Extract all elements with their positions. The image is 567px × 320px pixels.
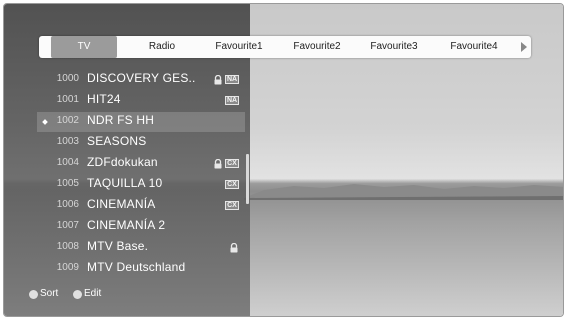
channel-name: ZDFdokukan [87,155,158,169]
channel-row[interactable]: 1008 MTV Base. [37,238,245,258]
channel-row[interactable]: 1000 DISCOVERY GES.. NA [37,70,245,90]
lock-icon [214,159,222,169]
channel-number: 1000 [56,73,79,84]
channel-name: CINEMANÍA 2 [87,218,166,232]
channel-list-scrollbar[interactable] [246,154,249,204]
lock-icon [214,75,222,85]
channel-number: 1005 [56,178,79,189]
scramble-badge-label: CX [227,160,237,167]
scramble-badge-icon: NA [225,75,239,84]
screen-frame: 1000 DISCOVERY GES.. NA 1001 HIT24 NA 1002 NDR … [3,3,564,317]
scramble-badge-icon: CX [225,201,239,210]
tab-favourite2[interactable]: Favourite2 [282,36,352,58]
channel-row[interactable]: 1007 CINEMANÍA 2 [37,217,245,237]
channel-number: 1007 [56,220,79,231]
channel-number: 1004 [56,157,79,168]
channel-number: 1009 [56,262,79,273]
channel-row[interactable]: 1009 MTV Deutschland [37,259,245,279]
tab-tv[interactable]: TV [51,36,117,58]
channel-name: NDR FS HH [87,113,155,127]
channel-name: MTV Base. [87,239,149,253]
sort-label: Sort [40,288,59,299]
channel-row[interactable]: 1001 HIT24 NA [37,91,245,111]
channel-name: CINEMANÍA [87,197,156,211]
lock-icon [230,243,238,253]
scramble-badge-icon: CX [225,180,239,189]
channel-row[interactable]: 1005 TAQUILLA 10 CX [37,175,245,195]
channel-name: HIT24 [87,92,121,106]
channel-number: 1008 [56,241,79,252]
tab-favourite3[interactable]: Favourite3 [359,36,429,58]
channel-name: MTV Deutschland [87,260,186,274]
scramble-badge-label: CX [227,181,237,188]
list-type-tabbar: TV Radio Favourite1 Favourite2 Favourite3 Fav… [39,36,531,58]
channel-number: 1002 [56,115,79,126]
channel-name: TAQUILLA 10 [87,176,163,190]
scramble-badge-label: NA [226,76,238,83]
scramble-badge-icon: NA [225,96,239,105]
arrow-right-icon[interactable] [521,42,527,52]
channel-number: 1006 [56,199,79,210]
channel-row[interactable]: 1003 SEASONS [37,133,245,153]
tab-favourite4[interactable]: Favourite4 [439,36,509,58]
tab-radio[interactable]: Radio [127,36,197,58]
scramble-badge-icon: CX [225,159,239,168]
sort-color-key-icon [29,290,38,299]
channel-number: 1003 [56,136,79,147]
channel-name: DISCOVERY GES.. [87,71,196,85]
edit-color-key-icon [73,290,82,299]
scramble-badge-label: CX [227,202,237,209]
channel-row[interactable]: 1002 NDR FS HH [37,112,245,132]
channel-row[interactable]: 1006 CINEMANÍA CX [37,196,245,216]
edit-label: Edit [84,288,102,299]
channel-name: SEASONS [87,134,147,148]
channel-row[interactable]: 1004 ZDFdokukan CX [37,154,245,174]
scramble-badge-label: NA [226,97,238,104]
tab-favourite1[interactable]: Favourite1 [204,36,274,58]
channel-number: 1001 [56,94,79,105]
